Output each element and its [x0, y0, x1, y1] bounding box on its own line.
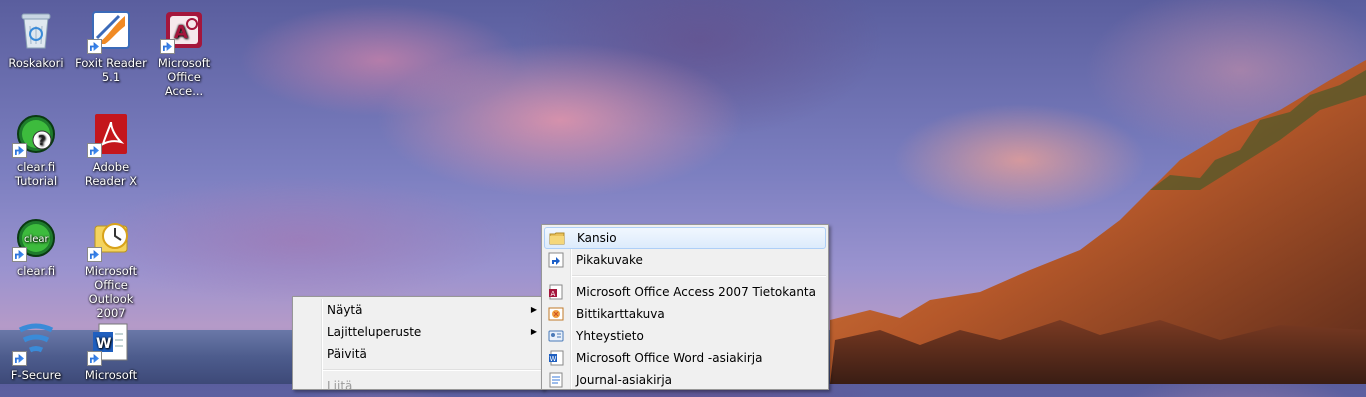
desktop-context-menu: Näytä ▶ Lajitteluperuste ▶ Päivitä Liitä — [292, 296, 544, 393]
clearfi-icon: clear — [12, 216, 58, 262]
menu-item-refresh[interactable]: Päivitä — [293, 343, 543, 365]
svg-text:clear: clear — [24, 234, 50, 245]
menu-item-label: Lajitteluperuste — [327, 325, 422, 339]
desktop-icon-label: Microsoft Office Outlook 2007 — [84, 264, 138, 320]
desktop-icon-fsecure[interactable]: F-Secure — [0, 314, 72, 382]
adobe-reader-icon — [87, 112, 133, 158]
desktop-icon-adobe-reader[interactable]: Adobe Reader X — [75, 106, 147, 188]
word-doc-icon: W — [549, 350, 564, 366]
menu-item-sort-by[interactable]: Lajitteluperuste ▶ — [293, 321, 543, 343]
desktop-icon-clearfi[interactable]: clear clear.fi — [0, 210, 72, 278]
desktop-icon-label: Microsoft Office Acce... — [157, 56, 211, 98]
desktop-icon-recycle-bin[interactable]: Roskakori — [0, 2, 72, 70]
submenu-item-access-db[interactable]: A Microsoft Office Access 2007 Tietokant… — [542, 281, 828, 303]
menu-separator — [323, 369, 541, 371]
desktop-icon-label: clear.fi — [16, 264, 56, 278]
submenu-arrow-icon: ▶ — [530, 327, 537, 336]
foxit-reader-icon — [87, 8, 133, 54]
svg-text:W: W — [96, 336, 111, 352]
folder-icon — [549, 232, 565, 245]
submenu-item-label: Bittikarttakuva — [576, 307, 665, 321]
svg-text:A: A — [551, 290, 556, 298]
submenu-item-label: Kansio — [577, 231, 617, 245]
access-icon: A — [160, 8, 206, 54]
recycle-bin-icon — [14, 8, 58, 52]
desktop-icon-label: Adobe Reader X — [84, 160, 138, 188]
submenu-item-shortcut[interactable]: Pikakuvake — [542, 249, 828, 271]
contact-icon — [548, 330, 564, 342]
fsecure-icon — [12, 320, 58, 366]
submenu-item-label: Yhteystieto — [576, 329, 644, 343]
word-icon: W — [87, 320, 133, 366]
new-submenu: Kansio Pikakuvake A Microsoft Office Acc… — [541, 224, 829, 390]
desktop-icon-label: Foxit Reader 5.1 — [75, 56, 147, 84]
submenu-item-label: Microsoft Office Word -asiakirja — [576, 351, 763, 365]
menu-item-paste: Liitä — [293, 375, 543, 397]
access-db-icon: A — [549, 284, 563, 300]
desktop-icon-label: Roskakori — [8, 56, 64, 70]
submenu-item-folder[interactable]: Kansio — [544, 227, 826, 249]
desktop-icon-outlook[interactable]: Microsoft Office Outlook 2007 — [75, 210, 147, 320]
shortcut-icon — [548, 252, 564, 268]
desktop-icon-label: F-Secure — [10, 368, 62, 382]
menu-item-label: Liitä — [327, 379, 353, 393]
submenu-item-journal[interactable]: Journal-asiakirja — [542, 369, 828, 391]
submenu-item-bitmap[interactable]: Bittikarttakuva — [542, 303, 828, 325]
submenu-arrow-icon: ▶ — [530, 305, 537, 314]
desktop-icon-access[interactable]: A Microsoft Office Acce... — [148, 2, 220, 98]
menu-item-label: Päivitä — [327, 347, 367, 361]
desktop-icon-label: clear.fi Tutorial — [14, 160, 58, 188]
menu-item-view[interactable]: Näytä ▶ — [293, 299, 543, 321]
bitmap-icon — [548, 307, 564, 321]
desktop-icon-label: Microsoft — [84, 368, 138, 382]
svg-text:?: ? — [38, 134, 46, 149]
menu-separator — [572, 275, 826, 277]
submenu-item-label: Microsoft Office Access 2007 Tietokanta — [576, 285, 816, 299]
submenu-item-contact[interactable]: Yhteystieto — [542, 325, 828, 347]
menu-item-label: Näytä — [327, 303, 363, 317]
submenu-item-label: Pikakuvake — [576, 253, 643, 267]
clearfi-tutorial-icon: ? — [12, 112, 58, 158]
desktop-icon-clearfi-tutorial[interactable]: ? clear.fi Tutorial — [0, 106, 72, 188]
journal-icon — [549, 372, 563, 388]
svg-text:W: W — [550, 355, 557, 363]
desktop-icon-word[interactable]: W Microsoft — [75, 314, 147, 382]
desktop-icon-foxit-reader[interactable]: Foxit Reader 5.1 — [75, 2, 147, 84]
svg-text:A: A — [174, 22, 188, 43]
submenu-item-label: Journal-asiakirja — [576, 373, 673, 387]
outlook-icon — [87, 216, 133, 262]
submenu-item-word-doc[interactable]: W Microsoft Office Word -asiakirja — [542, 347, 828, 369]
